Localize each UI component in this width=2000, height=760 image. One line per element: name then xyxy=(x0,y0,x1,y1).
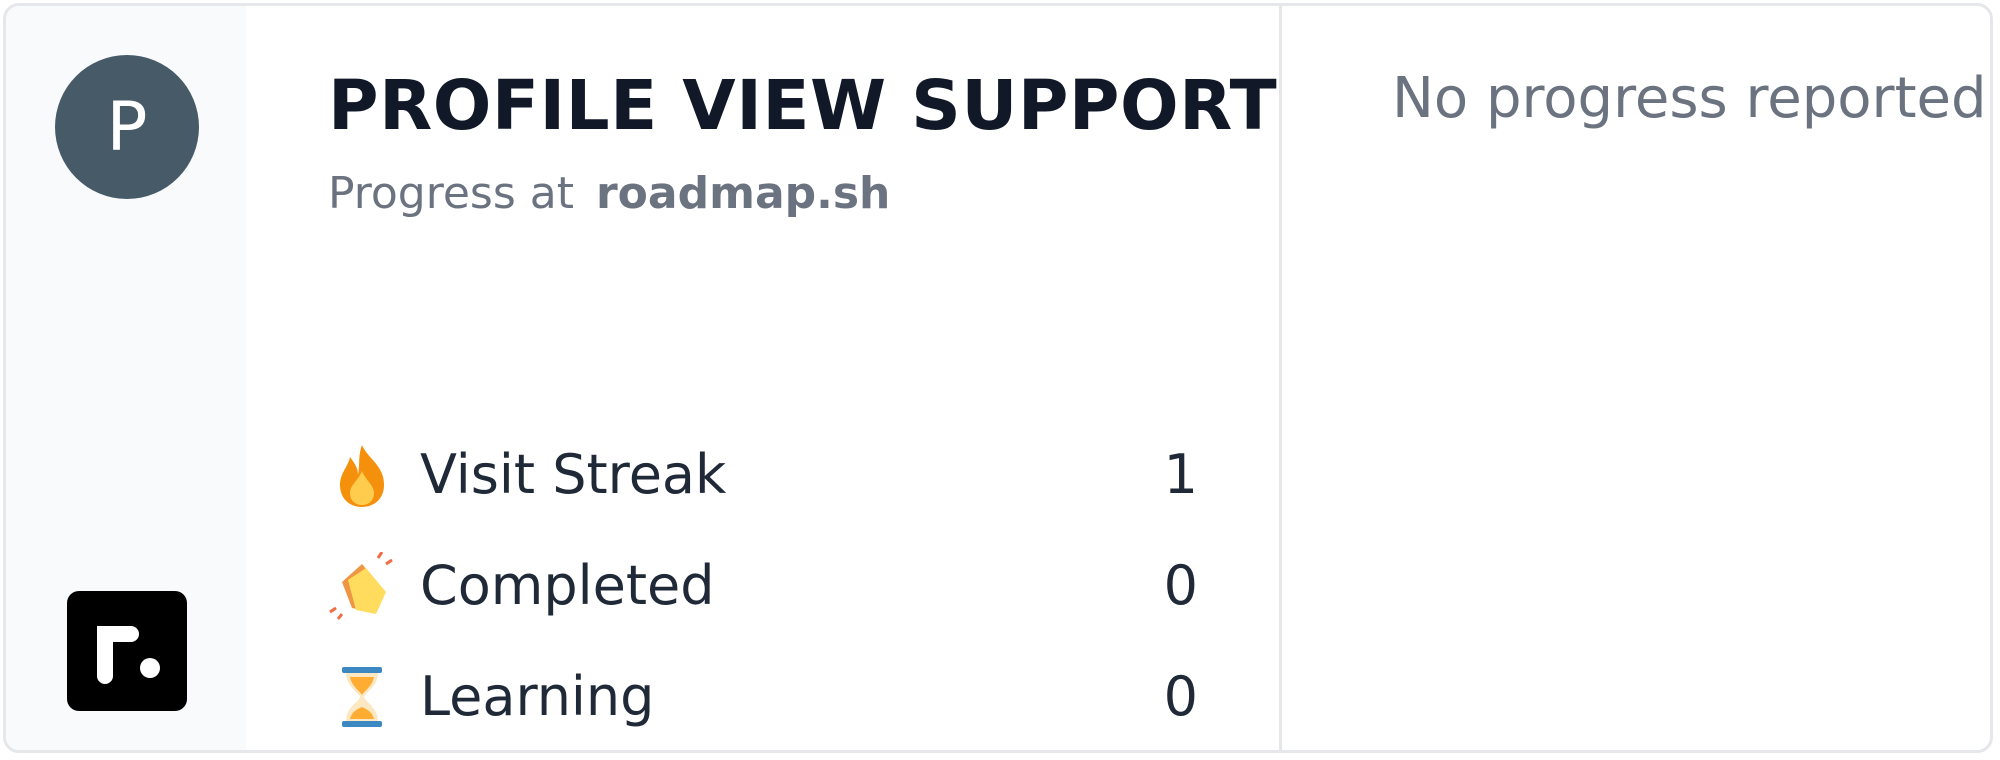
hourglass-icon xyxy=(328,663,396,731)
stat-visit-streak: Visit Streak 1 xyxy=(328,419,1198,530)
stat-value: 0 xyxy=(1163,665,1198,728)
profile-card: P PROFILE VIEW SUPPORT Progress at roadm… xyxy=(3,3,1993,753)
progress-panel: No progress reported yet xyxy=(1282,6,1990,750)
fire-icon xyxy=(328,441,396,509)
stats-list: Visit Streak 1 Completed 0 Learning 0 xyxy=(328,419,1198,750)
roadmap-logo-glyph xyxy=(97,626,160,684)
roadmap-logo-icon[interactable] xyxy=(67,591,187,711)
clapping-hands-icon xyxy=(328,551,396,620)
avatar: P xyxy=(55,55,199,199)
avatar-initial: P xyxy=(106,87,148,167)
profile-subtitle: Progress at roadmap.sh xyxy=(328,168,890,219)
empty-progress-message: No progress reported yet xyxy=(1392,66,1990,131)
stat-label: Visit Streak xyxy=(420,443,727,506)
subtitle-domain: roadmap.sh xyxy=(595,168,891,219)
stat-label: Learning xyxy=(420,665,655,728)
profile-summary: PROFILE VIEW SUPPORT Progress at roadmap… xyxy=(246,6,1279,750)
stat-completed: Completed 0 xyxy=(328,530,1198,641)
stat-value: 1 xyxy=(1163,443,1198,506)
stat-label: Completed xyxy=(420,554,715,617)
stat-learning: Learning 0 xyxy=(328,641,1198,750)
stat-value: 0 xyxy=(1163,554,1198,617)
subtitle-prefix: Progress at xyxy=(328,168,574,219)
profile-name: PROFILE VIEW SUPPORT xyxy=(328,66,1278,146)
sidebar: P xyxy=(6,6,246,750)
